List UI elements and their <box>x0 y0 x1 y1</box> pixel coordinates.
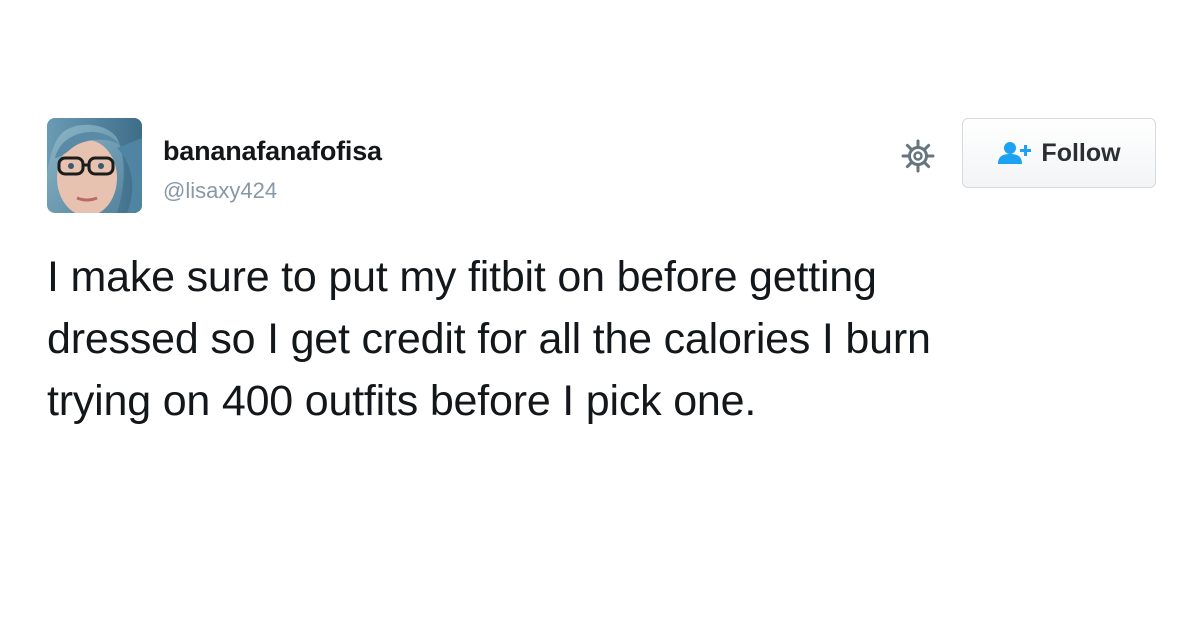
tweet-text-line: dressed so I get credit for all the calo… <box>47 315 931 363</box>
avatar-photo <box>47 118 142 213</box>
follow-label: Follow <box>1041 138 1121 167</box>
user-handle[interactable]: @lisaxy424 <box>163 178 277 204</box>
add-user-icon <box>998 142 1032 164</box>
display-name[interactable]: bananafanafofisa <box>163 136 382 167</box>
follow-button[interactable]: Follow <box>962 118 1156 188</box>
tweet-text: I make sure to put my fitbit on before g… <box>47 246 1157 432</box>
avatar[interactable] <box>47 118 142 213</box>
tweet-text-line: trying on 400 outfits before I pick one. <box>47 377 757 425</box>
gear-icon[interactable] <box>900 138 936 174</box>
tweet-text-line: I make sure to put my fitbit on before g… <box>47 253 877 301</box>
tweet-card: bananafanafofisa @lisaxy424 Follow I mak… <box>0 0 1200 630</box>
